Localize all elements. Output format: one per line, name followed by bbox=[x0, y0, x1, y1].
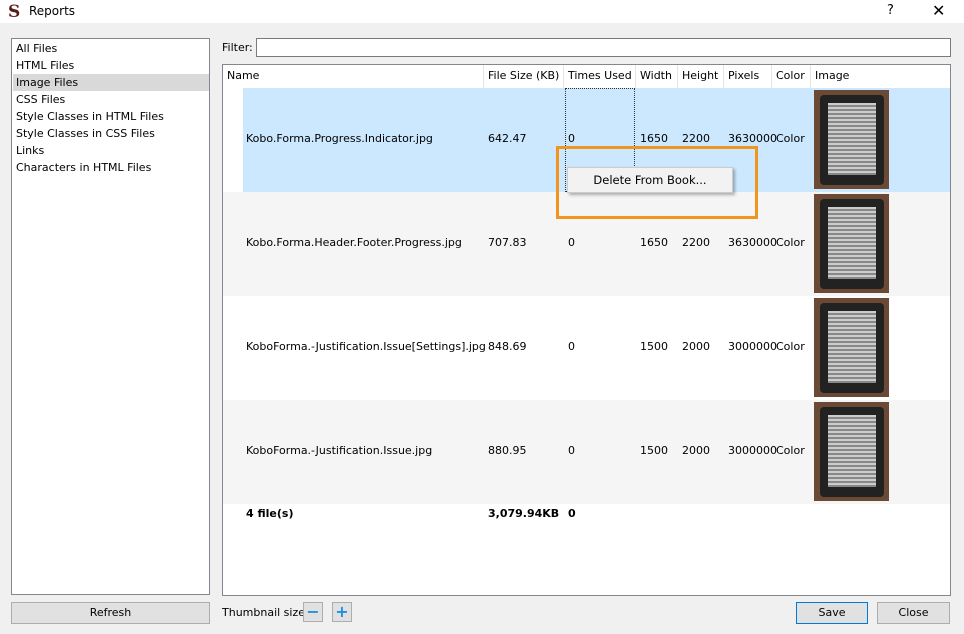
thumbnail-size-label: Thumbnail size: bbox=[222, 606, 309, 619]
cell-name: Kobo.Forma.Progress.Indicator.jpg bbox=[246, 132, 433, 145]
cell-used: 0 bbox=[568, 444, 575, 457]
sidebar-item[interactable]: Links bbox=[13, 142, 209, 159]
table-row[interactable]: KoboForma.-Justification.Issue.jpg 880.95… bbox=[223, 400, 950, 504]
cell-width: 1650 bbox=[640, 236, 668, 249]
cell-used: 0 bbox=[568, 236, 575, 249]
page-text bbox=[828, 207, 876, 279]
cell-width: 1500 bbox=[640, 340, 668, 353]
cell-size: 642.47 bbox=[488, 132, 527, 145]
column-header[interactable]: Times Used bbox=[564, 65, 636, 88]
cell-size: 848.69 bbox=[488, 340, 527, 353]
cell-width: 1650 bbox=[640, 132, 668, 145]
cell-color: Color bbox=[776, 444, 805, 457]
cell-width: 1500 bbox=[640, 444, 668, 457]
column-header[interactable]: Name bbox=[223, 65, 484, 88]
cell-color: Color bbox=[776, 340, 805, 353]
cell-used: 0 bbox=[568, 132, 575, 145]
ereader-device bbox=[820, 407, 884, 497]
column-header[interactable]: Image bbox=[811, 65, 950, 88]
sidebar-item[interactable]: HTML Files bbox=[13, 57, 209, 74]
help-button[interactable]: ? bbox=[887, 3, 894, 18]
title-bar bbox=[0, 0, 964, 23]
sidebar-item[interactable]: Image Files bbox=[13, 74, 209, 91]
total-files: 4 file(s) bbox=[246, 507, 294, 520]
image-thumbnail bbox=[814, 90, 889, 189]
column-header[interactable]: Color bbox=[772, 65, 811, 88]
cell-pixels: 3000000 bbox=[728, 340, 777, 353]
column-header[interactable]: Height bbox=[678, 65, 724, 88]
cell-pixels: 3000000 bbox=[728, 444, 777, 457]
close-button[interactable]: Close bbox=[877, 602, 950, 624]
sidebar-item[interactable]: Style Classes in HTML Files bbox=[13, 108, 209, 125]
thumbnail-larger-button[interactable]: + bbox=[332, 602, 352, 622]
filter-label: Filter: bbox=[222, 41, 253, 54]
filter-input[interactable] bbox=[256, 38, 951, 57]
cell-color: Color bbox=[776, 236, 805, 249]
save-button[interactable]: Save bbox=[796, 602, 868, 624]
cell-height: 2200 bbox=[682, 236, 710, 249]
total-size: 3,079.94KB bbox=[488, 507, 560, 520]
image-files-table[interactable]: Name File Size (KB) Times Used Width Height P… bbox=[222, 64, 951, 596]
totals-row: 4 file(s) 3,079.94KB 0 bbox=[223, 505, 950, 525]
sidebar-item[interactable]: CSS Files bbox=[13, 91, 209, 108]
refresh-button[interactable]: Refresh bbox=[11, 602, 210, 624]
cell-pixels: 3630000 bbox=[728, 236, 777, 249]
thumbnail-smaller-button[interactable]: − bbox=[303, 602, 323, 622]
sidebar-item[interactable]: Style Classes in CSS Files bbox=[13, 125, 209, 142]
cell-name: Kobo.Forma.Header.Footer.Progress.jpg bbox=[246, 236, 462, 249]
total-used: 0 bbox=[568, 507, 576, 520]
cell-name: KoboForma.-Justification.Issue[Settings]… bbox=[246, 340, 486, 353]
sort-indicator-icon: ^ bbox=[520, 64, 528, 71]
cell-size: 707.83 bbox=[488, 236, 527, 249]
context-menu-delete-from-book[interactable]: Delete From Book... bbox=[567, 167, 733, 193]
cell-height: 2000 bbox=[682, 444, 710, 457]
image-thumbnail bbox=[814, 402, 889, 501]
sidebar-item[interactable]: All Files bbox=[13, 40, 209, 57]
cell-name: KoboForma.-Justification.Issue.jpg bbox=[246, 444, 433, 457]
sidebar-item[interactable]: Characters in HTML Files bbox=[13, 159, 209, 176]
column-header[interactable]: Width bbox=[636, 65, 678, 88]
cell-color: Color bbox=[776, 132, 805, 145]
cell-size: 880.95 bbox=[488, 444, 527, 457]
ereader-device bbox=[820, 303, 884, 393]
close-window-button[interactable]: ✕ bbox=[932, 1, 945, 20]
cell-pixels: 3630000 bbox=[728, 132, 777, 145]
report-type-list[interactable]: All Files HTML Files Image Files CSS Files S… bbox=[11, 38, 210, 595]
table-row[interactable]: KoboForma.-Justification.Issue[Settings]… bbox=[223, 296, 950, 400]
ereader-device bbox=[820, 95, 884, 185]
window-title: Reports bbox=[29, 4, 76, 18]
cell-height: 2000 bbox=[682, 340, 710, 353]
column-header[interactable]: Pixels bbox=[724, 65, 772, 88]
image-thumbnail bbox=[814, 298, 889, 397]
page-text bbox=[828, 415, 876, 487]
page-text bbox=[828, 103, 876, 175]
cell-height: 2200 bbox=[682, 132, 710, 145]
cell-used: 0 bbox=[568, 340, 575, 353]
ereader-device bbox=[820, 199, 884, 289]
app-logo-icon: S bbox=[8, 2, 21, 22]
page-text bbox=[828, 311, 876, 383]
image-thumbnail bbox=[814, 194, 889, 293]
